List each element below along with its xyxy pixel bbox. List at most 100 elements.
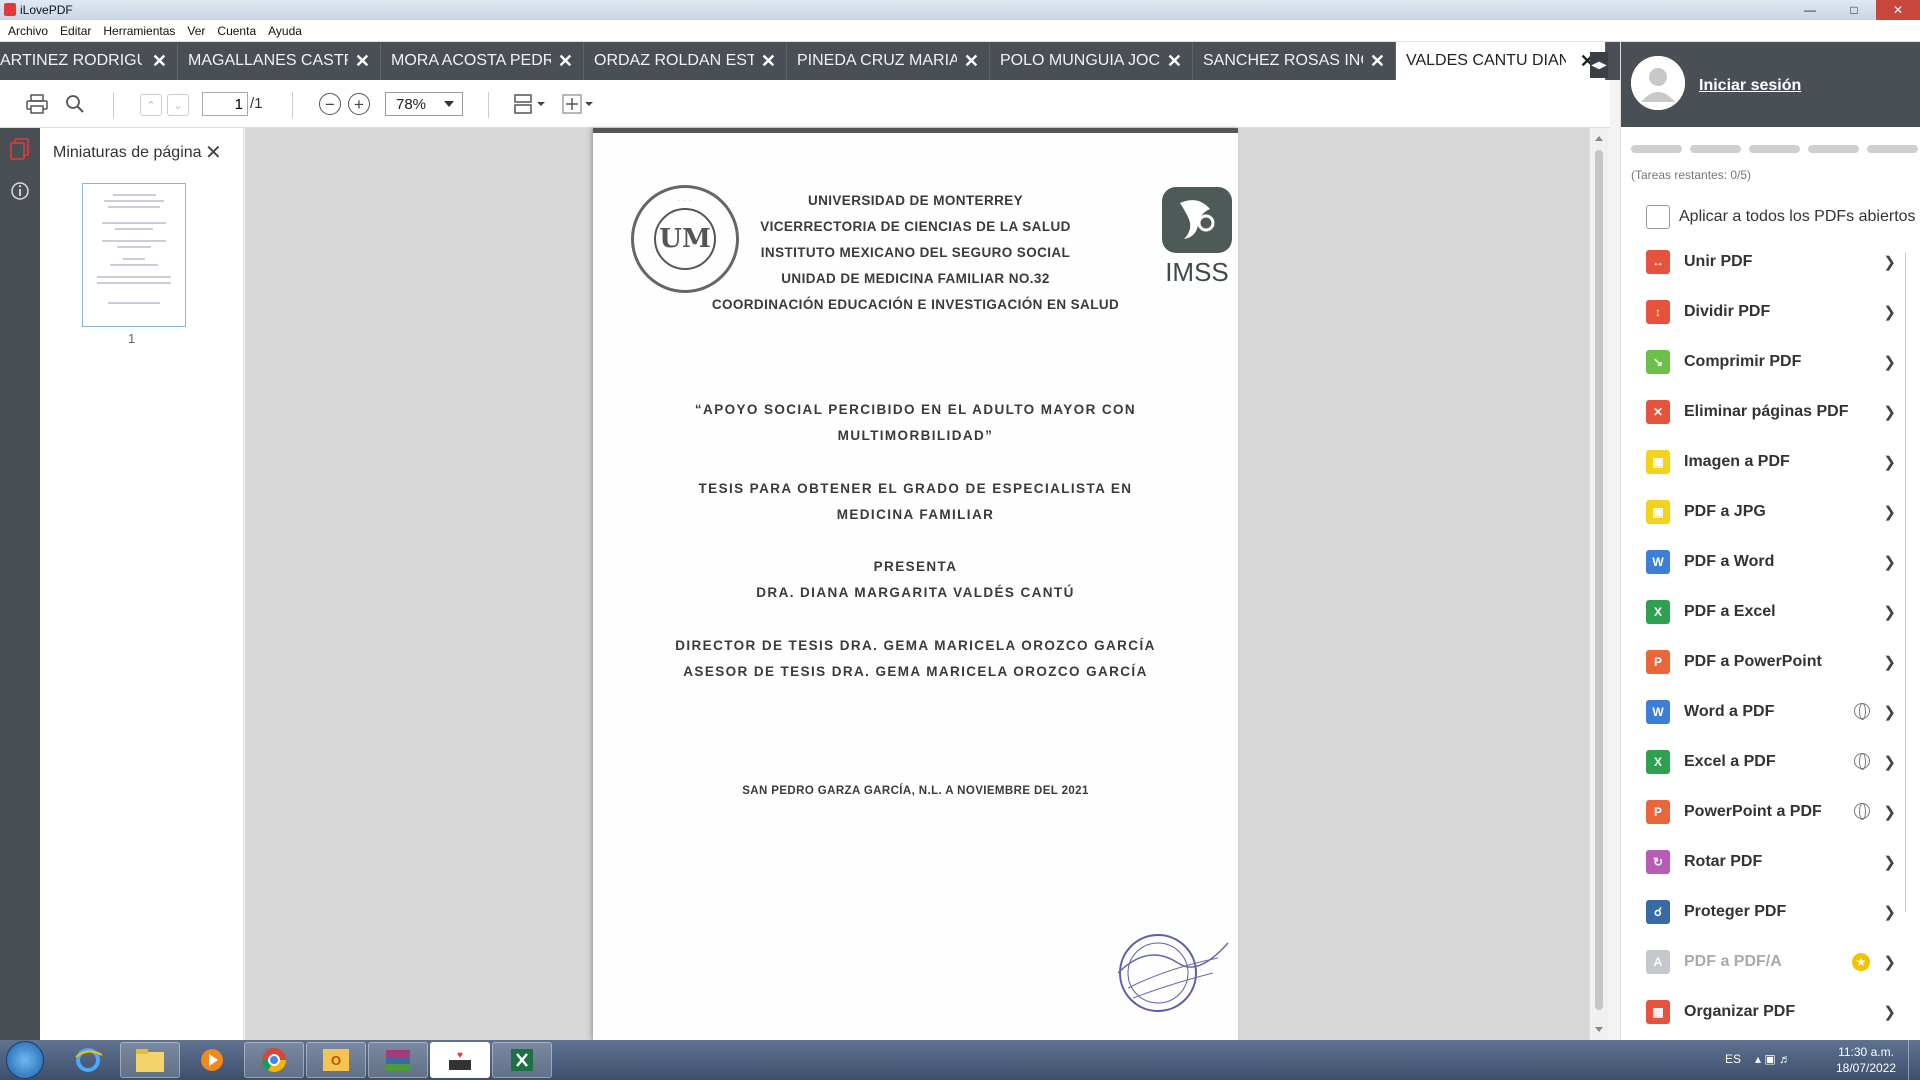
minimize-button[interactable]: — [1788,0,1832,20]
document-tab-active[interactable]: VALDES CANTU DIANA ✕ [1396,42,1606,80]
tool-label: Comprimir PDF [1684,353,1802,370]
tool-powerpoint-a-pdf[interactable]: P PowerPoint a PDF ❯ [1646,792,1908,832]
tool-label: PDF a PDF/A [1684,953,1782,970]
media-player-icon[interactable] [182,1042,242,1078]
print-icon[interactable] [24,92,50,116]
jpg-icon: ▣ [1646,500,1670,524]
tool-eliminar-paginas[interactable]: ✕ Eliminar páginas PDF ❯ [1646,392,1908,432]
document-tab[interactable]: POLO MUNGUIA JOCE ✕ [990,42,1193,80]
tool-rotar-pdf[interactable]: ↻ Rotar PDF ❯ [1646,842,1908,882]
close-tab-icon[interactable]: ✕ [964,51,979,72]
tool-unir-pdf[interactable]: ↔ Unir PDF ❯ [1646,242,1908,282]
next-page-icon[interactable]: ⌄ [167,94,189,116]
image-icon: ▣ [1646,450,1670,474]
ilovepdf-icon[interactable]: ♥ [430,1042,490,1078]
system-tray-icons[interactable]: ▴ ▣ ♬ [1755,1052,1791,1066]
chevron-right-icon: ❯ [1883,704,1896,721]
thumbnails-icon[interactable] [9,138,31,160]
close-tab-icon[interactable]: ✕ [761,51,776,72]
doc-director: DIRECTOR DE TESIS DRA. GEMA MARICELA ORO… [675,638,1156,653]
tool-comprimir-pdf[interactable]: ↘ Comprimir PDF ❯ [1646,342,1908,382]
tools-scrollbar[interactable] [1905,252,1917,912]
pan-tool-icon[interactable] [560,92,596,116]
tool-pdf-a-powerpoint[interactable]: P PDF a PowerPoint ❯ [1646,642,1908,682]
maximize-button[interactable]: □ [1832,0,1876,20]
tool-label: Imagen a PDF [1684,453,1790,470]
scroll-up-icon[interactable] [1595,136,1603,141]
page-number-input[interactable] [202,92,248,116]
language-indicator[interactable]: ES [1725,1052,1741,1066]
tool-excel-a-pdf[interactable]: X Excel a PDF ❯ [1646,742,1908,782]
tool-pdf-a-word[interactable]: W PDF a Word ❯ [1646,542,1908,582]
file-explorer-icon[interactable] [120,1042,180,1078]
clock-time: 11:30 a.m. [1838,1045,1894,1059]
page-thumbnail[interactable] [82,183,186,327]
close-tab-icon[interactable]: ✕ [355,51,370,72]
login-link[interactable]: Iniciar sesión [1699,77,1801,95]
tool-imagen-a-pdf[interactable]: ▣ Imagen a PDF ❯ [1646,442,1908,482]
compress-icon: ↘ [1646,350,1670,374]
powerpoint-icon: P [1646,800,1670,824]
avatar[interactable] [1631,56,1685,110]
start-button[interactable] [6,1041,44,1079]
thumbnails-panel: Miniaturas de página ✕ 1 [40,128,279,1040]
excel-icon: X [1646,600,1670,624]
close-window-button[interactable]: ✕ [1876,0,1920,20]
scrollbar-thumb[interactable] [1595,150,1603,1010]
tool-organizar-pdf[interactable]: ▦ Organizar PDF ❯ [1646,992,1908,1032]
document-tab[interactable]: MAGALLANES CASTRU ✕ [178,42,381,80]
page-layout-icon[interactable] [512,92,548,116]
previous-page-icon[interactable]: ⌃ [140,94,162,116]
tool-pdf-a-pdfa[interactable]: A PDF a PDF/A ★ ❯ [1646,942,1908,982]
search-icon[interactable] [62,92,88,116]
chevron-right-icon: ❯ [1883,1004,1896,1021]
tool-label: Unir PDF [1684,253,1753,270]
thumbnail-line [97,282,171,284]
menu-herramientas[interactable]: Herramientas [97,24,181,38]
excel-taskbar-icon[interactable] [492,1042,552,1078]
tab-scroll-arrows-icon[interactable]: ◀▶ [1590,52,1608,78]
menu-editar[interactable]: Editar [54,24,97,38]
internet-explorer-icon[interactable] [58,1042,118,1078]
document-tab[interactable]: ORDAZ ROLDAN ESTEI ✕ [584,42,787,80]
menu-ver[interactable]: Ver [181,24,211,38]
menu-cuenta[interactable]: Cuenta [211,24,262,38]
document-tab[interactable]: PINEDA CRUZ MARIA N ✕ [787,42,990,80]
zoom-select[interactable]: 78% [385,92,463,116]
scroll-down-icon[interactable] [1595,1027,1603,1032]
document-tab[interactable]: ARTINEZ RODRIGUEZ ✕ [0,42,178,80]
zoom-in-icon[interactable]: + [348,93,370,115]
tool-word-a-pdf[interactable]: W Word a PDF ❯ [1646,692,1908,732]
apply-all-checkbox-row[interactable]: Aplicar a todos los PDFs abiertos [1646,205,1916,229]
delete-pages-icon: ✕ [1646,400,1670,424]
vertical-scrollbar[interactable] [1589,128,1609,1040]
tool-label: PDF a Word [1684,553,1775,570]
tool-dividir-pdf[interactable]: ↕ Dividir PDF ❯ [1646,292,1908,332]
chevron-right-icon: ❯ [1883,654,1896,671]
show-desktop-button[interactable] [1908,1040,1920,1080]
apply-all-checkbox[interactable] [1646,205,1670,229]
close-tab-icon[interactable]: ✕ [152,51,167,72]
chrome-icon[interactable] [244,1042,304,1078]
info-icon[interactable] [9,180,31,202]
document-tab[interactable]: MORA ACOSTA PEDRO ✕ [381,42,584,80]
toolbar-separator [292,92,293,118]
document-tab[interactable]: SANCHEZ ROSAS INGF ✕ [1193,42,1396,80]
tool-pdf-a-excel[interactable]: X PDF a Excel ❯ [1646,592,1908,632]
tool-pdf-a-jpg[interactable]: ▣ PDF a JPG ❯ [1646,492,1908,532]
document-viewer: · · · UM IMSS UNIVERSIDAD DE MONTERREY V… [245,128,1589,1040]
clock[interactable]: 11:30 a.m. 18/07/2022 [1830,1044,1902,1076]
viewer-toolbar: ⌃ ⌄ /1 − + 78% [0,80,1610,128]
tool-proteger-pdf[interactable]: ☌ Proteger PDF ❯ [1646,892,1908,932]
outlook-icon[interactable]: O [306,1042,366,1078]
menu-archivo[interactable]: Archivo [2,24,54,38]
menu-ayuda[interactable]: Ayuda [262,24,308,38]
close-tab-icon[interactable]: ✕ [558,51,573,72]
close-tab-icon[interactable]: ✕ [1370,51,1385,72]
zoom-out-icon[interactable]: − [319,93,341,115]
thumbnail-line [108,302,160,304]
thumbnail-line [112,194,156,196]
close-tab-icon[interactable]: ✕ [1167,51,1182,72]
winrar-icon[interactable] [368,1042,428,1078]
close-icon[interactable]: ✕ [205,140,222,165]
